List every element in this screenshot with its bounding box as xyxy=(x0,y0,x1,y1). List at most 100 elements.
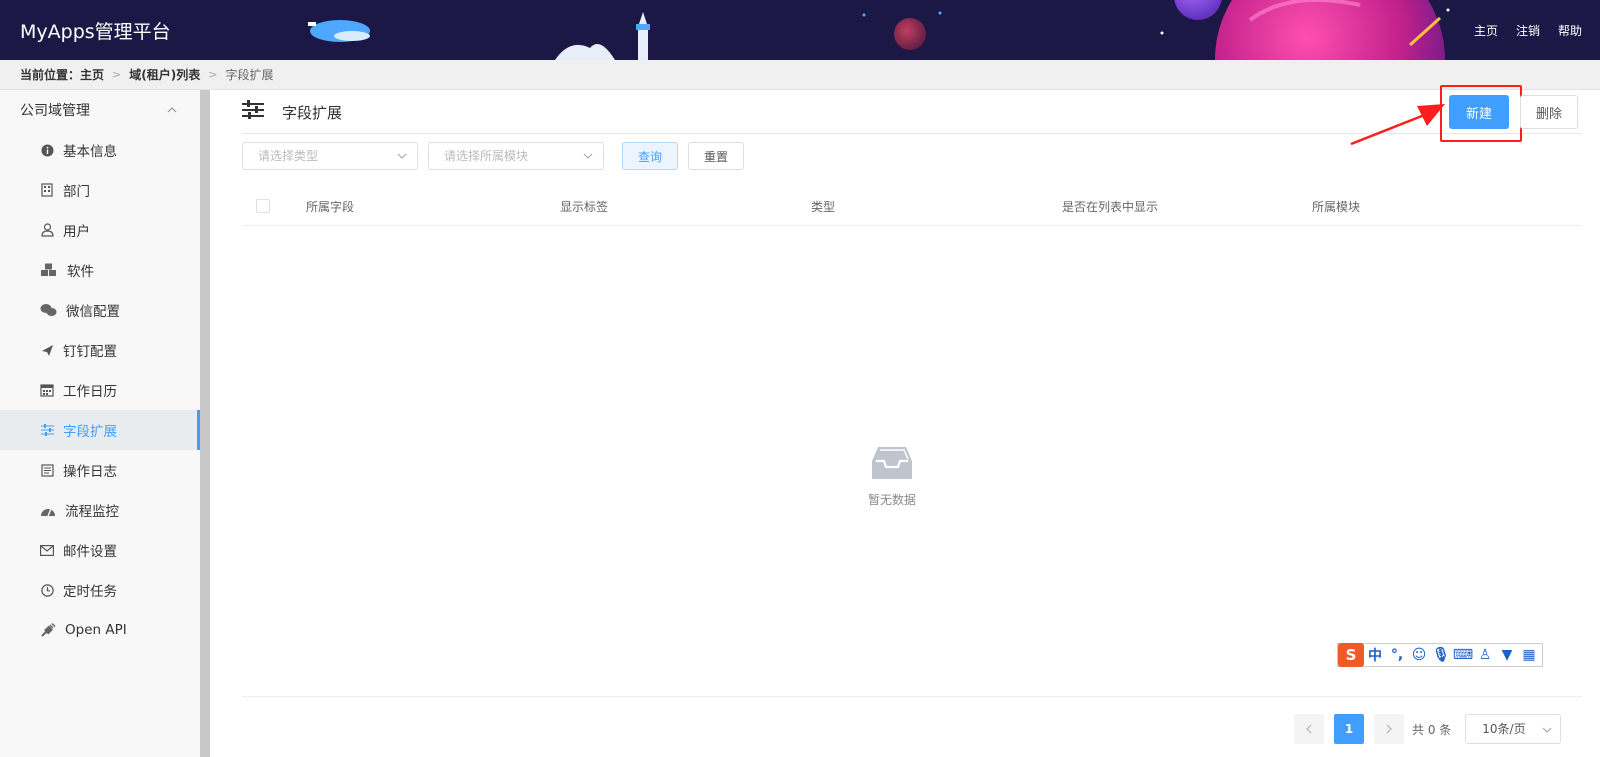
sidebar-item-label: 基本信息 xyxy=(63,144,117,160)
table-bottom-divider xyxy=(242,696,1582,697)
nav-home-link[interactable]: 主页 xyxy=(1474,22,1498,39)
sidebar-item-label: 微信配置 xyxy=(66,304,120,320)
new-button[interactable]: 新建 xyxy=(1449,95,1509,129)
wechat-icon xyxy=(40,303,57,317)
column-header-field[interactable]: 所属字段 xyxy=(306,198,354,215)
sidebar-item-label: 流程监控 xyxy=(65,504,119,520)
chevron-down-icon xyxy=(583,153,593,159)
sidebar-item-label: 操作日志 xyxy=(63,464,117,480)
sidebar-group-label: 公司域管理 xyxy=(20,103,90,119)
header-nav: 主页 注销 帮助 xyxy=(1474,22,1582,39)
reset-button[interactable]: 重置 xyxy=(688,142,744,170)
filter-bar: 请选择类型 请选择所属模块 查询 重置 xyxy=(242,142,1582,172)
sidebar-item-label: 用户 xyxy=(63,224,90,240)
sidebar-item-users[interactable]: 用户 xyxy=(0,210,200,250)
chevron-down-icon xyxy=(397,153,407,159)
pagination: 1 共 0 条 10条/页 xyxy=(1294,714,1562,744)
page-size-select[interactable]: 10条/页 xyxy=(1465,714,1562,744)
breadcrumb-tenant-list[interactable]: 域(租户)列表 xyxy=(129,66,200,83)
dashboard-icon xyxy=(40,503,56,517)
breadcrumb: 当前位置：主页 > 域(租户)列表 > 字段扩展 xyxy=(0,60,1600,90)
nav-help-link[interactable]: 帮助 xyxy=(1558,22,1582,39)
breadcrumb-separator-icon: > xyxy=(112,68,122,81)
annotation-arrow-icon xyxy=(1350,104,1445,146)
next-page-button[interactable] xyxy=(1374,714,1404,744)
skin-icon[interactable]: ▼ xyxy=(1496,647,1518,663)
sidebar-item-departments[interactable]: 部门 xyxy=(0,170,200,210)
delete-button[interactable]: 删除 xyxy=(1520,95,1578,129)
sidebar-item-label: 工作日历 xyxy=(63,384,117,400)
sidebar-item-label: 软件 xyxy=(67,264,94,280)
breadcrumb-home[interactable]: 当前位置：主页 xyxy=(20,66,104,83)
column-header-label[interactable]: 显示标签 xyxy=(560,198,608,215)
plug-icon xyxy=(40,623,56,637)
sidebar-item-wechat-config[interactable]: 微信配置 xyxy=(0,290,200,330)
keyboard-icon[interactable]: ⌨ xyxy=(1452,647,1474,663)
sidebar-item-work-calendar[interactable]: 工作日历 xyxy=(0,370,200,410)
sidebar-item-software[interactable]: 软件 xyxy=(0,250,200,290)
empty-text: 暂无数据 xyxy=(867,493,916,507)
user-icon xyxy=(40,223,54,237)
info-icon xyxy=(40,143,54,157)
page-title-bar: 字段扩展 新建 删除 xyxy=(242,85,1582,146)
sidebar-item-label: 钉钉配置 xyxy=(63,344,117,360)
sliders-icon xyxy=(40,423,54,437)
module-select-placeholder: 请选择所属模块 xyxy=(444,149,529,163)
calendar-icon xyxy=(40,383,54,397)
sidebar-item-scheduled-tasks[interactable]: 定时任务 xyxy=(0,570,200,610)
query-button[interactable]: 查询 xyxy=(622,142,678,170)
sidebar-item-dingtalk-config[interactable]: 钉钉配置 xyxy=(0,330,200,370)
log-icon xyxy=(40,463,54,477)
sidebar-group-header[interactable]: 公司域管理 xyxy=(0,90,200,130)
column-header-module[interactable]: 所属模块 xyxy=(1312,198,1360,215)
sidebar-scrollbar[interactable] xyxy=(200,90,210,757)
ime-mode-toggle[interactable]: 中 xyxy=(1364,645,1386,665)
type-select-placeholder: 请选择类型 xyxy=(258,149,319,163)
empty-inbox-icon xyxy=(872,447,912,479)
breadcrumb-separator-icon: > xyxy=(208,68,218,81)
main-content: 字段扩展 新建 删除 请选择类型 请选择所属模块 查询 重置 所属字段 显示标签… xyxy=(242,85,1582,757)
user-icon[interactable]: ♙ xyxy=(1474,647,1496,663)
total-count: 共 0 条 xyxy=(1412,722,1452,737)
empty-state: 暂无数据 xyxy=(842,445,942,508)
sogou-logo-icon[interactable]: S xyxy=(1338,643,1364,667)
select-all-checkbox[interactable] xyxy=(256,199,270,213)
sidebar-item-basic-info[interactable]: 基本信息 xyxy=(0,130,200,170)
header-space-illustration xyxy=(308,0,1450,60)
sidebar-item-process-monitor[interactable]: 流程监控 xyxy=(0,490,200,530)
sidebar-item-label: 字段扩展 xyxy=(63,424,117,440)
page-number-current[interactable]: 1 xyxy=(1334,714,1364,744)
column-header-show-in-list[interactable]: 是否在列表中显示 xyxy=(1062,198,1158,215)
table-header: 所属字段 显示标签 类型 是否在列表中显示 所属模块 xyxy=(242,186,1582,226)
prev-page-button[interactable] xyxy=(1294,714,1324,744)
grid-icon[interactable]: ▦ xyxy=(1518,647,1540,663)
chevron-down-icon xyxy=(1542,727,1552,733)
sidebar-item-operation-log[interactable]: 操作日志 xyxy=(0,450,200,490)
column-header-type[interactable]: 类型 xyxy=(811,198,835,215)
mail-icon xyxy=(40,543,54,557)
sidebar: 公司域管理 基本信息 部门 用户 软件 微信配置 钉钉配置 工作日历 字段扩展 … xyxy=(0,90,200,757)
app-logo[interactable]: MyApps管理平台 xyxy=(20,17,171,44)
breadcrumb-current: 字段扩展 xyxy=(225,68,274,82)
clock-icon xyxy=(40,583,54,597)
punctuation-icon[interactable]: °, xyxy=(1386,647,1408,663)
type-select[interactable]: 请选择类型 xyxy=(242,142,418,170)
microphone-icon[interactable]: 🎙 xyxy=(1430,647,1452,663)
top-header: MyApps管理平台 主页 注销 帮助 xyxy=(0,0,1600,60)
sidebar-item-label: Open API xyxy=(65,622,127,638)
sidebar-item-label: 定时任务 xyxy=(63,584,117,600)
sidebar-item-label: 邮件设置 xyxy=(63,544,117,560)
sidebar-item-mail-settings[interactable]: 邮件设置 xyxy=(0,530,200,570)
page-title: 字段扩展 xyxy=(282,104,343,122)
cubes-icon xyxy=(40,263,58,277)
chevron-up-icon xyxy=(167,107,177,113)
ime-toolbar[interactable]: S 中 °, ☺ 🎙 ⌨ ♙ ▼ ▦ xyxy=(1337,643,1543,667)
plane-icon xyxy=(40,343,54,357)
module-select[interactable]: 请选择所属模块 xyxy=(428,142,604,170)
emoji-icon[interactable]: ☺ xyxy=(1408,647,1430,663)
nav-logout-link[interactable]: 注销 xyxy=(1516,22,1540,39)
building-icon xyxy=(40,183,54,197)
sidebar-item-open-api[interactable]: Open API xyxy=(0,610,200,650)
sidebar-item-label: 部门 xyxy=(63,184,90,200)
sidebar-item-field-extension[interactable]: 字段扩展 xyxy=(0,410,200,450)
